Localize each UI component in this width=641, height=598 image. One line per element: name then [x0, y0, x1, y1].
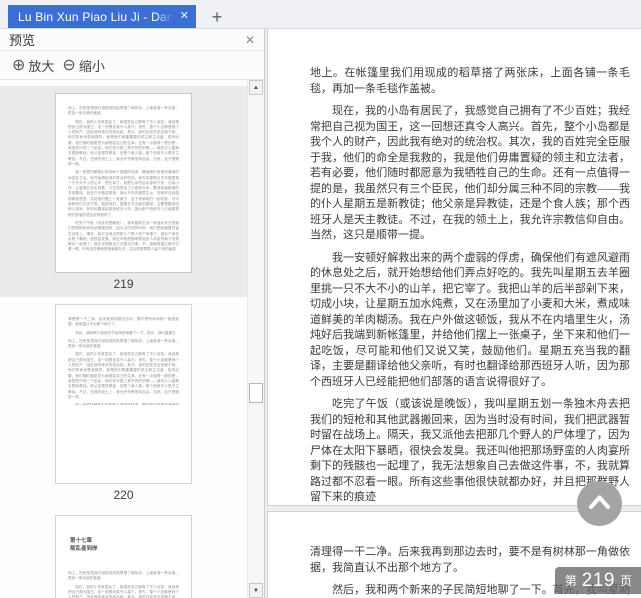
- thumbnail-page-number: 219: [113, 277, 134, 291]
- zoom-in-button[interactable]: ⊕ 放大: [12, 56, 54, 75]
- thumbnail-text: 地上。在帐篷里我们用现成的稻草搭了两张床，上面各铺一条毛毯，再加一条毛毯作盖被。…: [68, 106, 179, 256]
- thumbnail-item-page-219[interactable]: 地上。在帐篷里我们用现成的稻草搭了两张床，上面各铺一条毛毯，再加一条毛毯作盖被。…: [0, 86, 247, 297]
- document-view: 地上。在帐篷里我们用现成的稻草搭了两张床，上面各铺一条毛毯，再加一条毛毯作盖被。…: [265, 29, 641, 598]
- tab-title: Lu Bin Xun Piao Liu Ji - Dan N: [18, 9, 176, 24]
- chevron-up-icon: [589, 495, 610, 509]
- scroll-up-button[interactable]: ▲: [249, 80, 263, 95]
- paragraph: 现在，我的小岛有居民了，我感觉自己拥有了不少百姓；我经常把自己视为国王，这一回想…: [68, 352, 179, 399]
- tab-close-icon[interactable]: ✕: [180, 11, 189, 22]
- pdf-page-219: 地上。在帐篷里我们用现成的稻草搭了两张床，上面各铺一条毛毯，再加一条毛毯作盖被。…: [267, 29, 641, 506]
- scroll-down-button[interactable]: ▼: [249, 583, 263, 598]
- thumbnail-page[interactable]: 第十七章 叛乱者到岸地上。在帐篷里我们用现成的稻草搭了两张床，上面各铺一条毛毯，再…: [55, 515, 192, 598]
- paragraph: 我一安顿好解救出来的两个虚弱的俘虏，确保他们有遮风避雨的休息处之后，就开始想给他…: [310, 251, 630, 388]
- thumbnail-page-number: 220: [113, 488, 134, 502]
- pdf-reader-window: Lu Bin Xun Piao Liu Ji - Dan N ✕ + 预览 ✕ …: [0, 0, 641, 598]
- paragraph: 清理得一干二净。后来我再到那边去时，要不是有树林那一角做依据，我简直认不出那个地…: [68, 317, 179, 327]
- preview-panel-header: 预览 ✕: [0, 29, 264, 51]
- paragraph: 然后，我和两个新来的子民简短地聊了一下。首先，我叫星期五: [75, 330, 176, 335]
- thumbnail-zoom-controls: ⊕ 放大 ⊖ 缩小: [0, 51, 264, 80]
- zoom-out-label: 缩小: [78, 58, 105, 74]
- thumbnail-page[interactable]: 清理得一干二净。后来我再到那边去时，要不是有树林那一角做依据，我简直认不出那个地…: [55, 304, 192, 484]
- paragraph: 地上。在帐篷里我们用现成的稻草搭了两张床，上面各铺一条毛毯，再加一条毛毯作盖被。: [68, 571, 179, 581]
- thumbnail-item-page-220[interactable]: 清理得一干二净。后来我再到那边去时，要不是有树林那一角做依据，我简直认不出那个地…: [0, 297, 247, 508]
- paragraph: 现在，我的小岛有居民了，我感觉自己拥有了不少百姓；我经常把自己视为国王，这一回想…: [310, 105, 630, 241]
- paragraph: 现在，我的小岛有居民了，我感觉自己拥有了不少百姓；我经常把自己视为国王，这一回想…: [68, 584, 179, 598]
- page-number-badge: 第 219 页: [554, 567, 641, 594]
- thumbnail-page[interactable]: 地上。在帐篷里我们用现成的稻草搭了两张床，上面各铺一条毛毯，再加一条毛毯作盖被。…: [55, 93, 192, 273]
- zoom-in-icon: ⊕: [12, 55, 26, 74]
- window-body: 预览 ✕ ⊕ 放大 ⊖ 缩小 地上。在帐篷里我们用现成的稻草搭了两张床，上面各铺…: [0, 29, 641, 598]
- sidebar-scrollbar[interactable]: ▲ ▼: [247, 80, 264, 598]
- badge-suffix: 页: [619, 574, 632, 588]
- zoom-out-button[interactable]: ⊖ 缩小: [62, 56, 104, 75]
- paragraph: 地上。在帐篷里我们用现成的稻草搭了两张床，上面各铺一条毛毯，再加一条毛毯作盖被。: [68, 106, 179, 116]
- new-tab-button[interactable]: +: [204, 6, 230, 28]
- scrollbar-thumb[interactable]: [249, 383, 263, 403]
- thumbnail-text: 地上。在帐篷里我们用现成的稻草搭了两张床，上面各铺一条毛毯，再加一条毛毯作盖被。…: [68, 571, 179, 598]
- preview-panel-title: 预览: [9, 33, 36, 48]
- preview-sidebar: 预览 ✕ ⊕ 放大 ⊖ 缩小 地上。在帐篷里我们用现成的稻草搭了两张床，上面各铺…: [0, 29, 265, 598]
- paragraph: 我一安顿好解救出来的两个虚弱的俘虏，确保他们有遮风避雨的休息处之后，就开始想给他…: [68, 403, 179, 405]
- badge-prefix: 第: [564, 574, 577, 588]
- tab-bar: Lu Bin Xun Piao Liu Ji - Dan N ✕ +: [0, 0, 641, 29]
- paragraph: 地上。在帐篷里我们用现成的稻草搭了两张床，上面各铺一条毛毯，再加一条毛毯作盖被。: [68, 338, 179, 349]
- zoom-out-icon: ⊖: [62, 55, 76, 74]
- page-219-text: 地上。在帐篷里我们用现成的稻草搭了两张床，上面各铺一条毛毯，再加一条毛毯作盖被。…: [310, 29, 630, 506]
- zoom-in-label: 放大: [28, 58, 55, 74]
- paragraph: 地上。在帐篷里我们用现成的稻草搭了两张床，上面各铺一条毛毯，再加一条毛毯作盖被。: [310, 67, 630, 95]
- badge-page-number: 219: [581, 569, 615, 591]
- paragraph: 我一安顿好解救出来的两个虚弱的俘虏，确保他们有遮风避雨的休息处之后，就开始想给他…: [68, 170, 179, 217]
- thumbnail-list: 地上。在帐篷里我们用现成的稻草搭了两张床，上面各铺一条毛毯，再加一条毛毯作盖被。…: [0, 80, 264, 598]
- chapter-title: 叛乱者到岸: [70, 546, 98, 552]
- thumbnail-items: 地上。在帐篷里我们用现成的稻草搭了两张床，上面各铺一条毛毯，再加一条毛毯作盖被。…: [0, 80, 247, 598]
- thumbnail-text: 清理得一干二净。后来我再到那边去时，要不是有树林那一角做依据，我简直认不出那个地…: [68, 317, 179, 405]
- chapter-heading: 第十七章 叛乱者到岸: [70, 537, 179, 553]
- document-tab[interactable]: Lu Bin Xun Piao Liu Ji - Dan N ✕: [8, 5, 196, 28]
- preview-close-icon[interactable]: ✕: [245, 34, 255, 46]
- thumbnail-item-chapter[interactable]: 第十七章 叛乱者到岸地上。在帐篷里我们用现成的稻草搭了两张床，上面各铺一条毛毯，再…: [0, 508, 247, 598]
- back-to-top-button[interactable]: [577, 481, 622, 526]
- paragraph: 吃完了午饭（或该说是晚饭），我叫星期五划一条独木舟去把我们的短枪和其他武器搬回来…: [68, 220, 179, 252]
- paragraph: 现在，我的小岛有居民了，我感觉自己拥有了不少百姓；我经常把自己视为国王，这一回想…: [68, 119, 179, 166]
